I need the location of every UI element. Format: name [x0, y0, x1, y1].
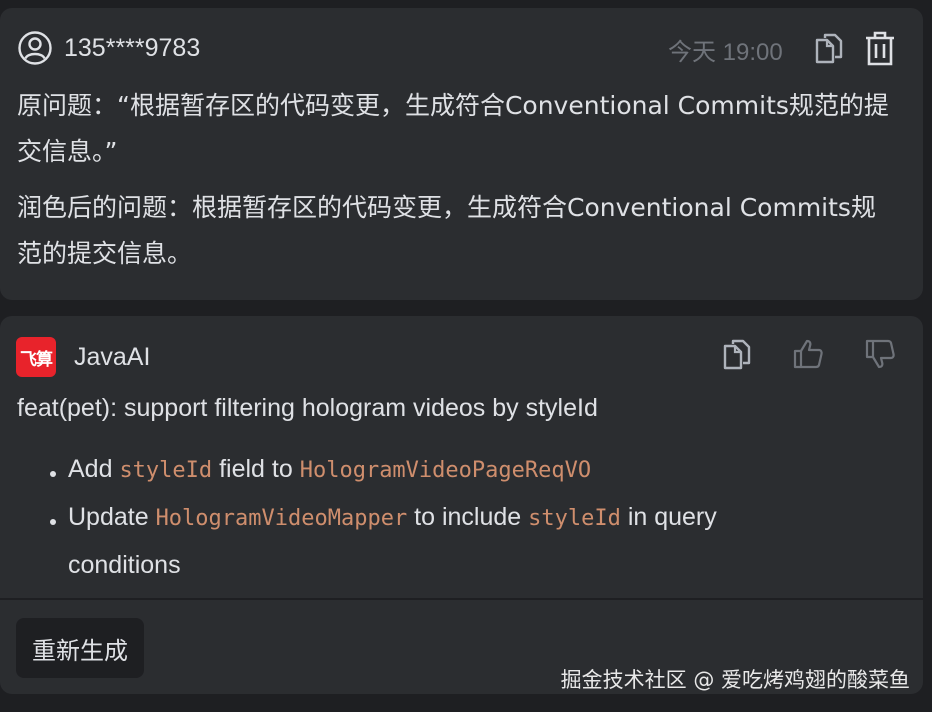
copy-icon — [722, 337, 752, 371]
original-question: 原问题：“根据暂存区的代码变更，生成符合Conventional Commits… — [17, 91, 889, 166]
copy-answer-button[interactable] — [720, 336, 754, 372]
commit-bullets: Add styleId field to HologramVideoPageRe… — [46, 446, 806, 588]
brand-logo: 飞算 — [16, 337, 56, 377]
list-item: Add styleId field to HologramVideoPageRe… — [46, 446, 806, 494]
inline-code: styleId — [119, 458, 213, 483]
thumbs-down-icon — [864, 338, 896, 370]
copy-icon — [814, 31, 844, 65]
commit-title: feat(pet): support filtering hologram vi… — [17, 394, 598, 422]
user-circle-icon — [17, 30, 53, 66]
user-message-card: 135****9783 今天 19:00 原问题：“根据暂存区的代码变更，生成符… — [0, 8, 923, 300]
inline-code: HologramVideoMapper — [155, 506, 408, 531]
timestamp: 今天 19:00 — [668, 39, 783, 66]
thumbs-up-icon — [792, 338, 824, 370]
watermark: 掘金技术社区 @ 爱吃烤鸡翅的酸菜鱼 — [560, 668, 910, 692]
list-item: Update HologramVideoMapper to include st… — [46, 494, 806, 588]
regenerate-button[interactable]: 重新生成 — [16, 618, 144, 678]
inline-code: HologramVideoPageReqVO — [299, 458, 592, 483]
inline-code: styleId — [528, 506, 621, 531]
ai-header: 飞算 JavaAI — [16, 337, 150, 377]
ai-name: JavaAI — [74, 342, 151, 371]
ai-message-card: 飞算 JavaAI feat(pet): support filtering h… — [0, 316, 923, 694]
divider — [0, 598, 923, 600]
user-header: 135****9783 — [17, 30, 200, 66]
trash-icon — [864, 29, 896, 67]
delete-button[interactable] — [862, 28, 898, 68]
polished-question: 润色后的问题：根据暂存区的代码变更，生成符合Conventional Commi… — [17, 193, 876, 268]
user-name: 135****9783 — [64, 33, 201, 62]
dislike-button[interactable] — [862, 336, 898, 372]
like-button[interactable] — [790, 336, 826, 372]
copy-question-button[interactable] — [812, 30, 846, 66]
